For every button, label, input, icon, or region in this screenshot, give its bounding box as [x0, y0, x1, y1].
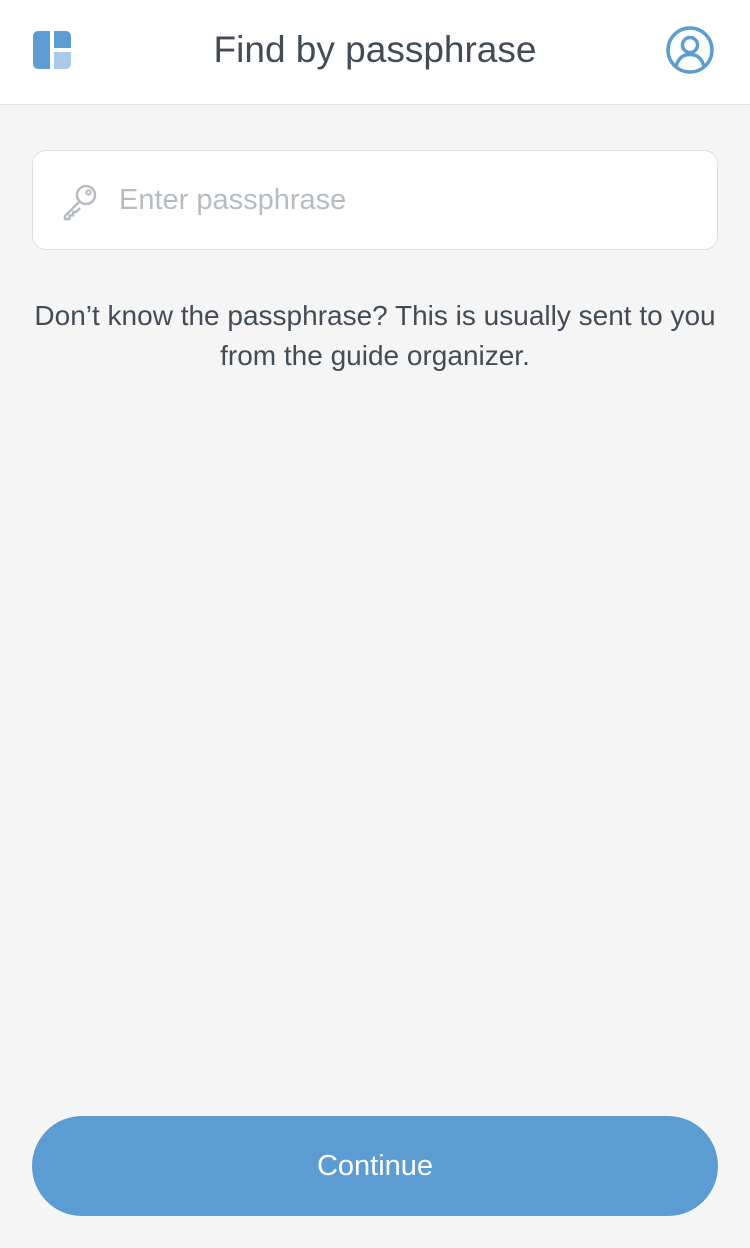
passphrase-input[interactable]: [119, 151, 699, 249]
continue-button[interactable]: Continue: [32, 1116, 718, 1216]
user-circle-icon: [666, 26, 714, 74]
top-navigation-bar: Find by passphrase: [0, 0, 750, 105]
key-icon: [63, 184, 97, 221]
page-title: Find by passphrase: [213, 29, 537, 70]
passphrase-field[interactable]: [32, 150, 718, 250]
passphrase-hint-text: Don’t know the passphrase? This is usual…: [34, 300, 716, 371]
profile-button[interactable]: [664, 24, 716, 76]
